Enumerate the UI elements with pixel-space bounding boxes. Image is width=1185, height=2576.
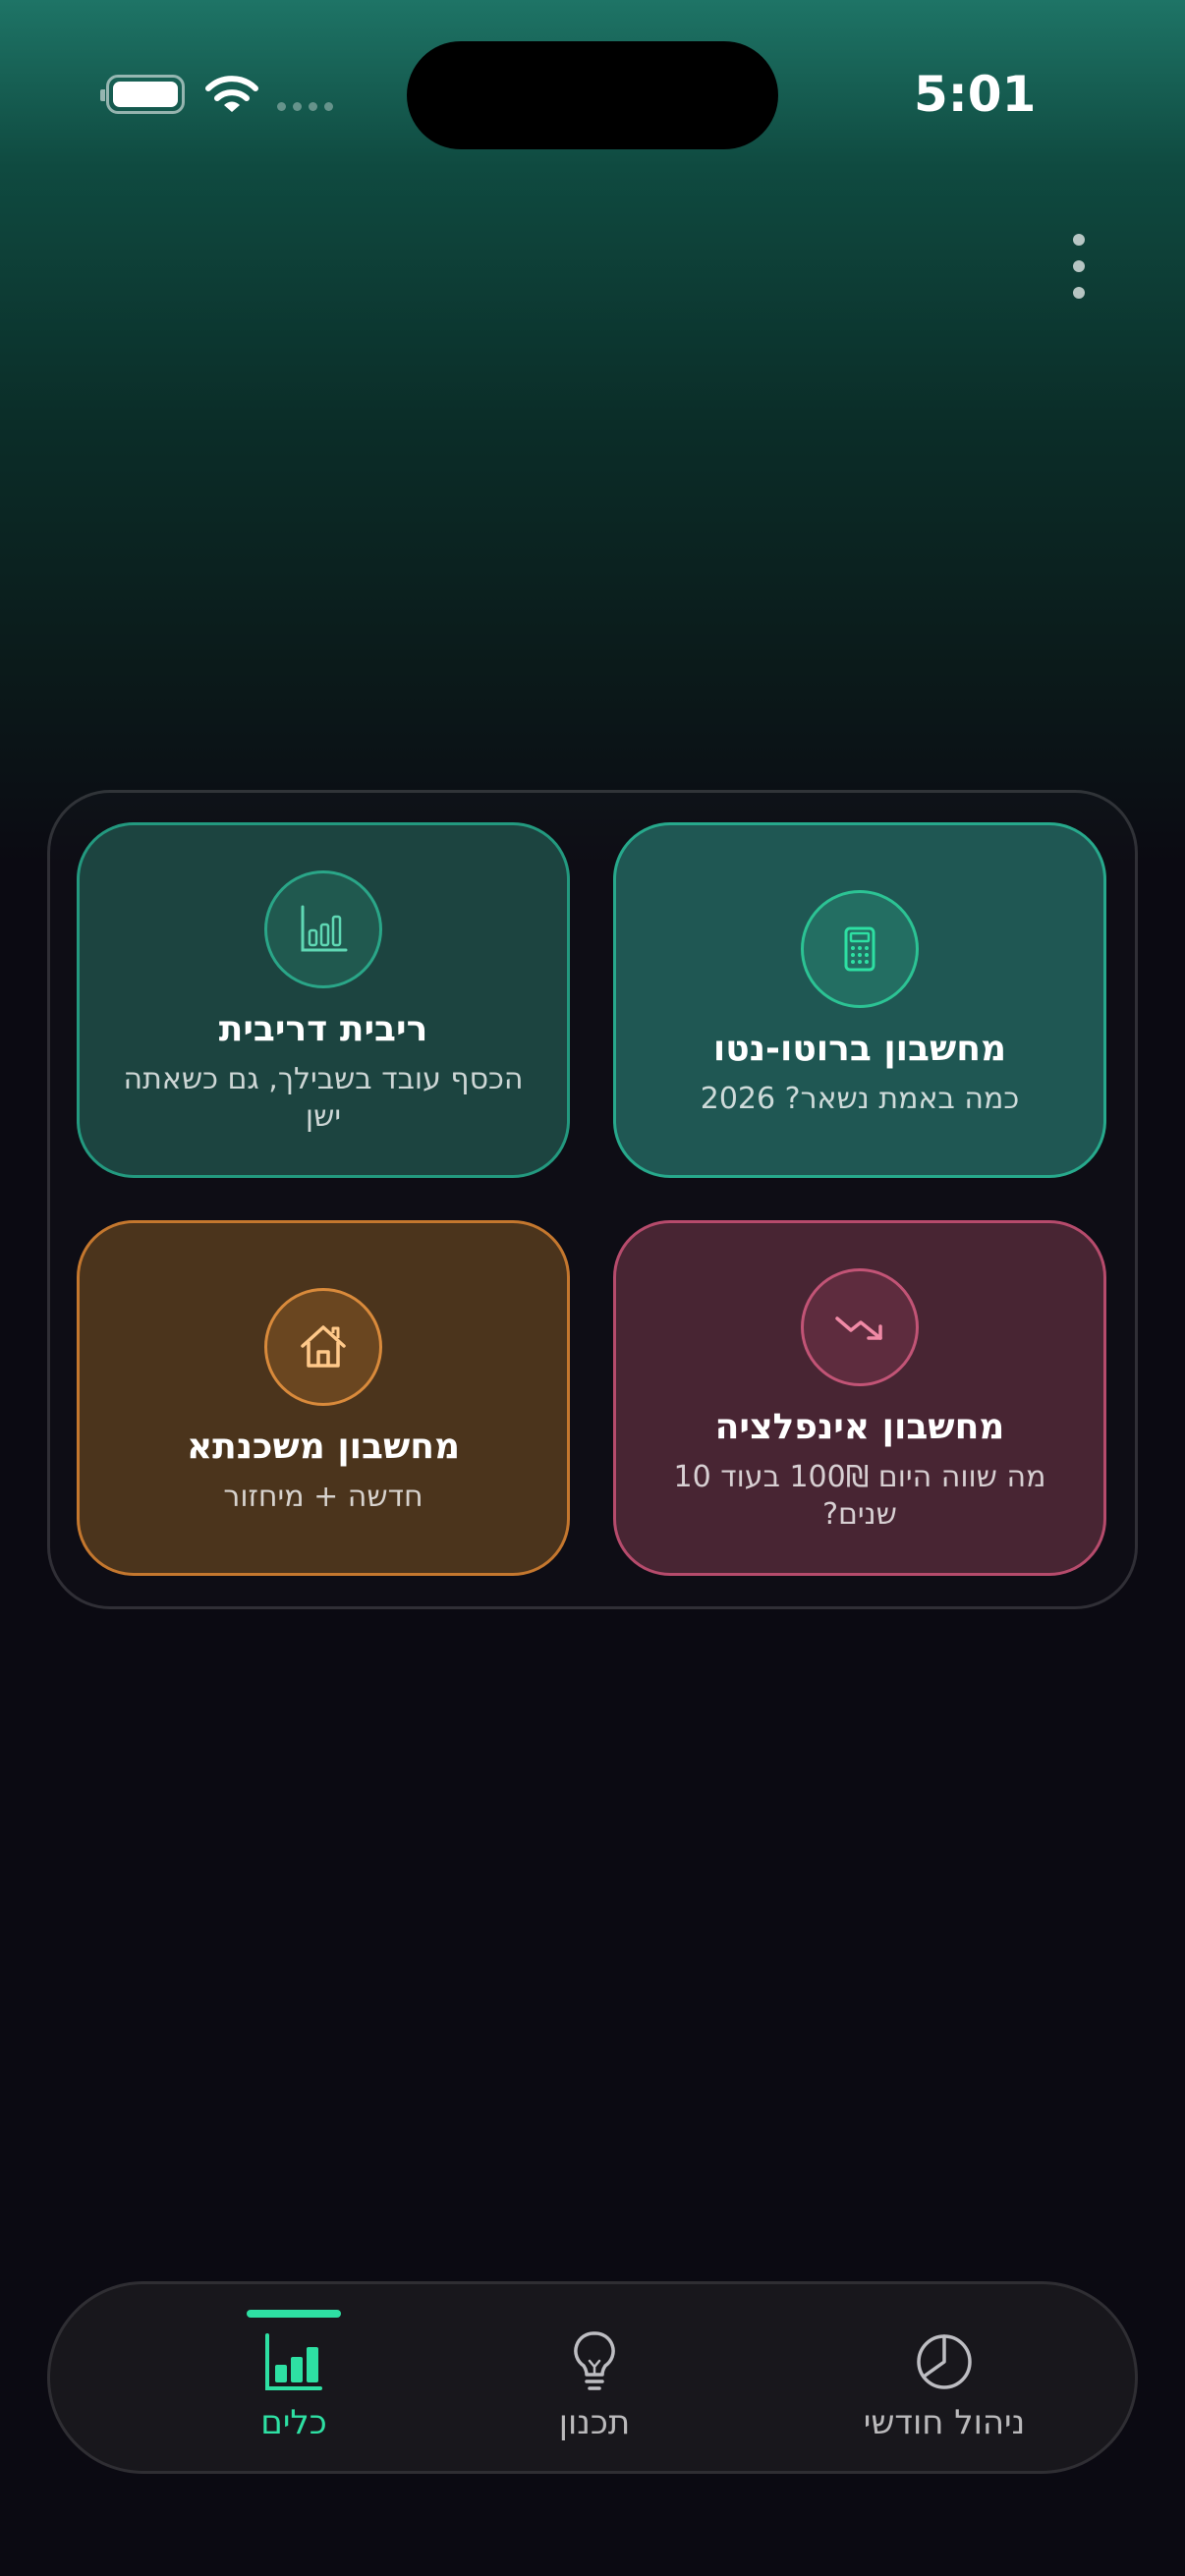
nav-item-planning[interactable]: תכנון bbox=[447, 2284, 742, 2477]
tool-card-mortgage-calculator[interactable]: מחשבון משכנתא חדשה + מיחזור bbox=[77, 1220, 570, 1576]
tool-card-inflation-calculator[interactable]: מחשבון אינפלציה מה שווה היום 100₪ בעוד 1… bbox=[613, 1220, 1106, 1576]
battery-full-icon bbox=[100, 75, 185, 114]
tool-card-title: מחשבון אינפלציה bbox=[714, 1407, 1005, 1447]
trend-down-icon bbox=[801, 1268, 919, 1386]
tool-card-net-calculator[interactable]: מחשבון ברוטו-נטו כמה באמת נשאר? 2026 bbox=[613, 822, 1106, 1178]
tool-card-title: מחשבון ברוטו-נטו bbox=[712, 1029, 1007, 1069]
bar-chart-icon bbox=[265, 2333, 322, 2390]
tool-card-subtitle: חדשה + מיחזור bbox=[223, 1480, 423, 1514]
app-screen: 5:01 מחשבון ברוטו-נטו כמה באמת נשאר? 202… bbox=[0, 0, 1185, 2576]
nav-label: כלים bbox=[260, 2403, 327, 2442]
dynamic-island bbox=[407, 41, 778, 149]
active-tab-indicator bbox=[247, 2310, 341, 2318]
signal-dots-icon bbox=[277, 102, 333, 111]
nav-label: ניהול חודשי bbox=[863, 2403, 1026, 2442]
status-time: 5:01 bbox=[914, 66, 1037, 123]
nav-item-monthly-management[interactable]: ניהול חודשי bbox=[797, 2284, 1092, 2477]
bottom-nav: כלים תכנון ניהול חודשי bbox=[47, 2281, 1138, 2474]
nav-item-tools[interactable]: כלים bbox=[146, 2284, 441, 2477]
pie-chart-icon bbox=[917, 2334, 972, 2389]
status-bar: 5:01 bbox=[0, 0, 1185, 187]
tool-card-subtitle: הכסף עובד בשבילך, גם כשאתה ישן bbox=[123, 1062, 524, 1134]
wifi-icon bbox=[205, 76, 258, 112]
tool-card-subtitle: מה שווה היום 100₪ בעוד 10 שנים? bbox=[673, 1460, 1046, 1532]
lightbulb-icon bbox=[574, 2331, 615, 2390]
house-icon bbox=[264, 1288, 382, 1406]
tool-card-subtitle: כמה באמת נשאר? 2026 bbox=[700, 1082, 1020, 1116]
calculator-icon bbox=[801, 890, 919, 1008]
bar-chart-icon bbox=[264, 870, 382, 988]
tool-card-title: מחשבון משכנתא bbox=[186, 1427, 461, 1467]
tool-card-compound-interest[interactable]: ריבית דריבית הכסף עובד בשבילך, גם כשאתה … bbox=[77, 822, 570, 1178]
kebab-menu-icon[interactable] bbox=[1061, 234, 1097, 299]
tool-card-title: ריבית דריבית bbox=[218, 1009, 428, 1049]
nav-label: תכנון bbox=[558, 2403, 631, 2442]
